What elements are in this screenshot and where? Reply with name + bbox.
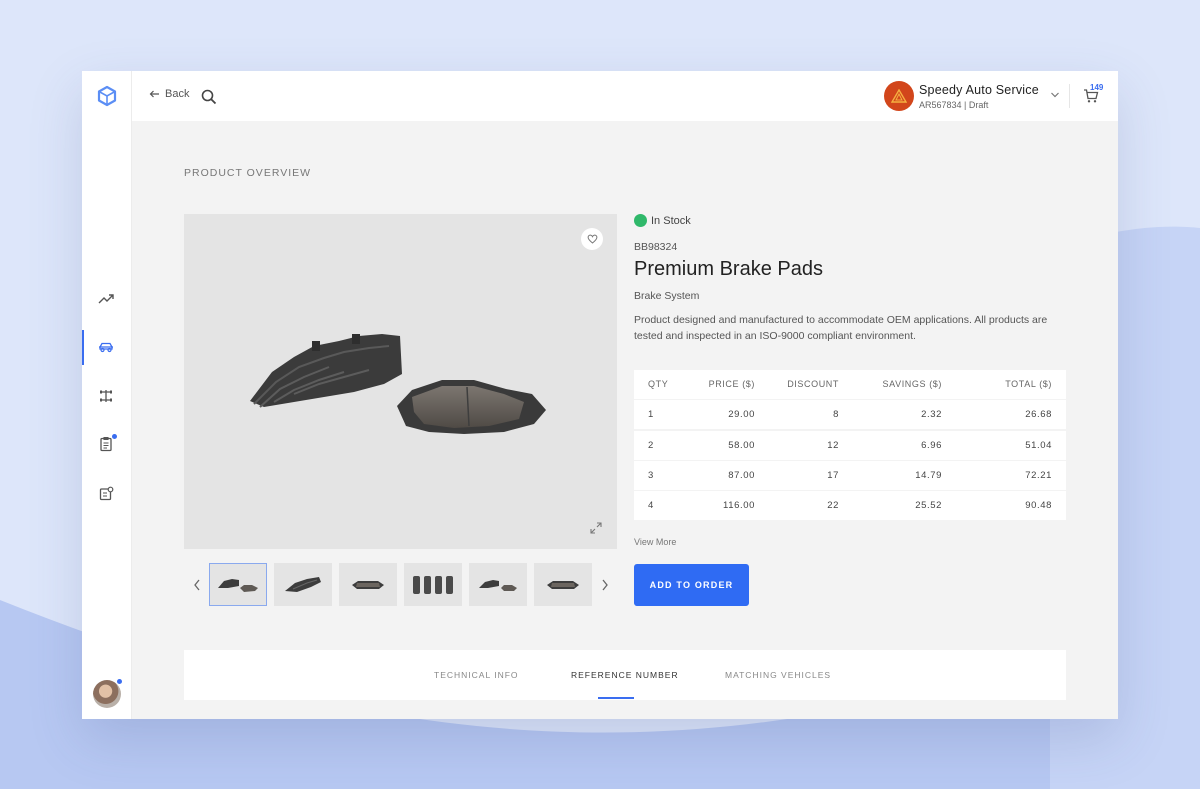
thumbnail-image [413, 575, 453, 594]
account-switcher[interactable]: Speedy Auto Service AR567834 | Draft [884, 81, 1039, 111]
stock-status: In Stock [634, 214, 691, 227]
detail-tabs: TECHNICAL INFO REFERENCE NUMBER MATCHING… [184, 650, 1066, 700]
product-image [250, 334, 546, 434]
thumbnail-image [285, 576, 321, 592]
column-header: DISCOUNT [787, 379, 839, 389]
active-indicator [82, 330, 84, 365]
cube-logo-icon[interactable] [96, 85, 118, 107]
chevron-right-icon[interactable] [600, 578, 610, 592]
tab-technical-info[interactable]: TECHNICAL INFO [434, 670, 519, 680]
thumbnail-image [479, 579, 517, 591]
axle-icon [100, 390, 112, 402]
table-cell: 3 [648, 469, 654, 481]
table-cell: 51.04 [1025, 439, 1052, 451]
thumbnail-4[interactable] [404, 563, 462, 606]
price-table: QTY PRICE ($) DISCOUNT SAVINGS ($) TOTAL… [634, 370, 1066, 521]
search-icon[interactable] [201, 89, 217, 105]
app-window: Back Speedy Auto Service AR567834 | Draf… [82, 71, 1118, 719]
table-cell: 12 [827, 439, 839, 451]
back-button[interactable]: Back [149, 88, 189, 100]
thumbnail-image [218, 578, 258, 592]
table-row: 3 87.00 17 14.79 72.21 [634, 460, 1066, 490]
view-more-link[interactable]: View More [634, 537, 676, 547]
clipboard-icon [100, 436, 112, 452]
trend-icon [98, 294, 114, 304]
avatar-status-dot [117, 679, 122, 684]
thumbnail-6[interactable] [534, 563, 592, 606]
sidebar-item-parts[interactable] [96, 386, 116, 406]
thumbnail-strip [184, 563, 617, 607]
thumbnail-3[interactable] [339, 563, 397, 606]
column-header: PRICE ($) [708, 379, 755, 389]
product-category: Brake System [634, 290, 700, 302]
sidebar [82, 71, 132, 719]
page-title: PRODUCT OVERVIEW [184, 167, 312, 179]
tab-matching-vehicles[interactable]: MATCHING VEHICLES [725, 670, 831, 680]
table-cell: 17 [827, 469, 839, 481]
table-cell: 14.79 [915, 469, 942, 481]
table-row: 2 58.00 12 6.96 51.04 [634, 430, 1066, 460]
table-cell: 90.48 [1025, 500, 1052, 512]
table-cell: 26.68 [1025, 409, 1052, 421]
user-avatar[interactable] [93, 680, 121, 708]
thumbnail-1[interactable] [209, 563, 267, 606]
table-cell: 22 [827, 500, 839, 512]
table-cell: 1 [648, 409, 654, 421]
thumbnail-image [352, 580, 384, 589]
favorite-button[interactable] [581, 228, 603, 250]
table-cell: 6.96 [921, 439, 942, 451]
stock-label: In Stock [651, 214, 691, 227]
column-header: QTY [648, 379, 669, 389]
table-cell: 116.00 [723, 500, 755, 512]
thumbnail-5[interactable] [469, 563, 527, 606]
product-name: Premium Brake Pads [634, 258, 823, 280]
expand-icon[interactable] [590, 522, 602, 534]
sidebar-item-analytics[interactable] [96, 289, 116, 309]
sidebar-item-settings[interactable] [96, 483, 116, 503]
chevron-left-icon[interactable] [192, 578, 202, 592]
top-bar: Back Speedy Auto Service AR567834 | Draf… [132, 71, 1118, 121]
sidebar-item-vehicles[interactable] [96, 337, 116, 357]
divider [1069, 84, 1070, 108]
account-avatar [884, 81, 914, 111]
tab-reference-number[interactable]: REFERENCE NUMBER [571, 670, 679, 680]
cart-count-badge: 149 [1090, 83, 1104, 92]
account-name: Speedy Auto Service [919, 82, 1039, 97]
table-cell: 2.32 [921, 409, 942, 421]
notification-dot [112, 434, 117, 439]
product-description: Product designed and manufactured to acc… [634, 314, 1048, 342]
heart-icon [587, 234, 597, 244]
column-header: TOTAL ($) [1005, 379, 1052, 389]
product-sku: BB98324 [634, 241, 678, 253]
account-id-status: AR567834 | Draft [919, 99, 989, 110]
column-header: SAVINGS ($) [882, 379, 942, 389]
add-to-order-button[interactable]: ADD TO ORDER [634, 564, 749, 606]
stock-indicator-dot [634, 214, 647, 227]
thumbnail-2[interactable] [274, 563, 332, 606]
table-cell: 72.21 [1025, 469, 1052, 481]
table-cell: 58.00 [728, 439, 755, 451]
table-cell: 87.00 [728, 469, 755, 481]
product-image-panel [184, 214, 617, 549]
active-tab-indicator [598, 697, 634, 699]
settings-doc-icon [99, 486, 113, 500]
table-row: 1 29.00 8 2.32 26.68 [634, 400, 1066, 430]
table-cell: 25.52 [915, 500, 942, 512]
car-icon [99, 342, 113, 353]
table-header-row: QTY PRICE ($) DISCOUNT SAVINGS ($) TOTAL… [634, 370, 1066, 399]
table-cell: 8 [833, 409, 839, 421]
table-cell: 4 [648, 500, 654, 512]
table-cell: 29.00 [728, 409, 755, 421]
table-row: 4 116.00 22 25.52 90.48 [634, 491, 1066, 521]
arrow-left-icon [149, 90, 159, 98]
table-cell: 2 [648, 439, 654, 451]
warning-triangle-icon [891, 89, 907, 103]
back-label: Back [165, 88, 190, 100]
thumbnail-image [547, 580, 579, 589]
chevron-down-icon[interactable] [1050, 91, 1060, 99]
